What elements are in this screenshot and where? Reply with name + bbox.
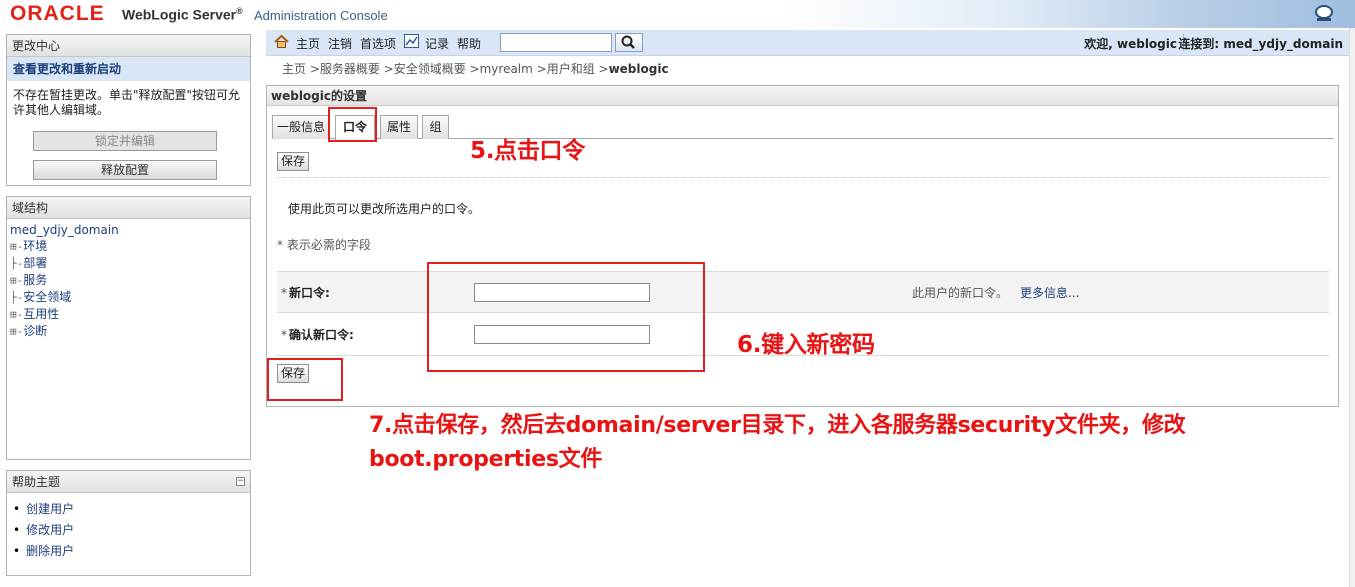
annotation-step-7-line-2: boot.properties文件 [369,447,603,472]
record-icon[interactable] [404,34,419,48]
tree-node-label[interactable]: 服务 [23,273,47,287]
settings-tabs: 一般信息 口令 属性 组 [272,113,1334,140]
tree-expander-icon[interactable]: ⊞- [10,274,23,287]
help-link-modify-user[interactable]: 修改用户 [13,520,250,541]
tree-node-diagnostics[interactable]: ⊞-诊断 [10,323,250,340]
tree-node-services[interactable]: ⊞-服务 [10,272,250,289]
annotation-step-6: 6.键入新密码 [737,332,875,358]
vertical-scrollbar[interactable] [1349,28,1355,587]
preferences-link[interactable]: 首选项 [360,35,396,52]
tree-branch-icon: ├- [10,291,24,304]
top-toolbar: 主页 注销 首选项 记录 帮助 欢迎, weblogic 连接到: med_yd… [266,30,1349,56]
breadcrumb: 主页 >服务器概要 >安全领域概要 >myrealm >用户和组 >weblog… [282,60,669,77]
highlight-password-fields [427,262,705,372]
confirm-password-label: * 确认新口令: [281,328,354,342]
welcome-text: 欢迎, weblogic [1084,37,1177,51]
help-bubble-icon[interactable] [1314,3,1334,23]
tree-expander-icon[interactable]: ⊞- [10,240,23,253]
collapse-icon[interactable]: − [236,477,245,486]
annotation-step-7-line-1: 7.点击保存，然后去domain/server目录下，进入各服务器securit… [369,413,1186,438]
domain-structure-panel: 域结构 med_ydjy_domain ⊞-环境 ├-部署 ⊞-服务 ├-安全领… [6,196,251,460]
help-topics-panel: 帮助主题 − 创建用户 修改用户 删除用户 [6,470,251,576]
breadcrumb-trail[interactable]: 主页 >服务器概要 >安全领域概要 >myrealm >用户和组 > [282,62,609,76]
new-password-label: * 新口令: [281,286,330,300]
header-banner: ORACLE WebLogic Server® Administration C… [0,0,1355,28]
help-link-create-user[interactable]: 创建用户 [13,499,250,520]
help-topics-title: 帮助主题 − [7,471,250,493]
change-center-title: 更改中心 [7,35,250,57]
tree-node-deployments[interactable]: ├-部署 [10,255,250,272]
search-input[interactable] [500,33,612,52]
tree-node-label[interactable]: 互用性 [23,307,59,321]
tree-node-security-realms[interactable]: ├-安全领域 [10,289,250,306]
highlight-save-button [267,358,343,401]
highlight-password-tab [328,107,377,142]
domain-tree: med_ydjy_domain ⊞-环境 ├-部署 ⊞-服务 ├-安全领域 ⊞-… [7,219,250,340]
search-icon [621,35,635,49]
new-password-hint: 此用户的新口令。 [912,286,1009,300]
tree-node-environment[interactable]: ⊞-环境 [10,238,250,255]
tree-expander-icon[interactable]: ⊞- [10,325,23,338]
release-configuration-button[interactable]: 释放配置 [33,160,217,180]
tree-branch-icon: ├- [10,257,24,270]
help-topics-title-text: 帮助主题 [12,475,61,489]
connected-domain-text: 连接到: med_ydjy_domain [1178,37,1343,51]
tab-attributes[interactable]: 属性 [380,115,418,139]
annotation-step-5: 5.点击口令 [470,138,585,164]
tree-node-label[interactable]: 诊断 [23,324,47,338]
record-link[interactable]: 记录 [425,35,449,52]
change-center-note: 不存在暂挂更改。单击"释放配置"按钮可允许其他人编辑域。 [7,81,250,121]
tree-expander-icon[interactable]: ⊞- [10,308,23,321]
tree-root-domain[interactable]: med_ydjy_domain [10,222,250,238]
breadcrumb-current: weblogic [608,62,669,76]
view-changes-link[interactable]: 查看更改和重新启动 [7,57,250,81]
tree-node-label[interactable]: 部署 [23,256,47,270]
tab-general[interactable]: 一般信息 [272,115,330,139]
help-topics-list: 创建用户 修改用户 删除用户 [7,493,250,562]
more-info-link[interactable]: 更多信息... [1020,284,1079,301]
save-button-top[interactable]: 保存 [277,152,309,171]
page-description: 使用此页可以更改所选用户的口令。 [288,202,481,216]
logout-link[interactable]: 注销 [328,35,352,52]
new-password-label-text: 新口令: [289,286,330,300]
oracle-logo: ORACLE [10,2,105,25]
divider [277,177,1329,178]
tree-node-label[interactable]: 环境 [23,239,47,253]
home-link[interactable]: 主页 [296,35,320,52]
settings-title: weblogic的设置 [267,86,1338,106]
help-link[interactable]: 帮助 [457,35,481,52]
product-subtitle: Administration Console [254,8,388,23]
change-center-panel: 更改中心 查看更改和重新启动 不存在暂挂更改。单击"释放配置"按钮可允许其他人编… [6,34,251,186]
product-name-text: WebLogic Server [122,6,237,23]
tree-node-interoperability[interactable]: ⊞-互用性 [10,306,250,323]
registered-mark: ® [236,6,243,16]
required-fields-note: * 表示必需的字段 [277,238,371,252]
confirm-password-label-text: 确认新口令: [289,328,354,342]
tab-groups[interactable]: 组 [422,115,449,139]
product-name: WebLogic Server® [122,6,243,23]
lock-and-edit-button[interactable]: 锁定并编辑 [33,131,217,151]
tree-node-label[interactable]: 安全领域 [23,290,71,304]
help-link-delete-user[interactable]: 删除用户 [13,541,250,562]
home-icon[interactable] [274,34,289,49]
search-button[interactable] [615,33,643,52]
domain-structure-title: 域结构 [7,197,250,219]
